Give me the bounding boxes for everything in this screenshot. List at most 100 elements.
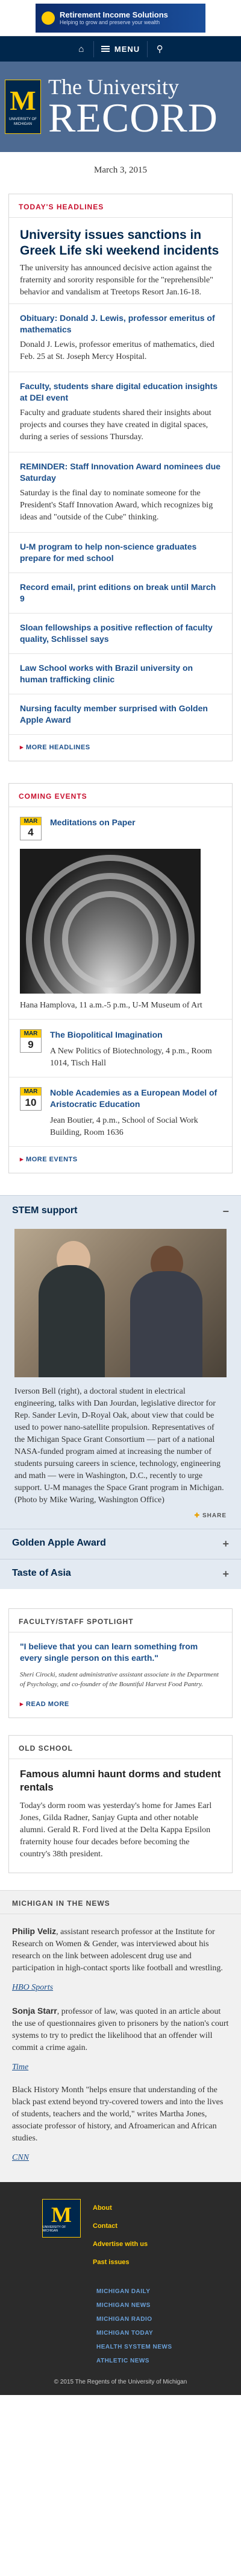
event-title-link[interactable]: Noble Academies as a European Model of A… — [50, 1088, 217, 1109]
masthead-title[interactable]: The University RECORD — [48, 76, 218, 138]
headline-item: Faculty, students share digital educatio… — [9, 372, 232, 452]
headline-item: Record email, print editions on break un… — [9, 573, 232, 613]
headline-link[interactable]: Faculty, students share digital educatio… — [20, 381, 221, 404]
search-icon[interactable]: ⚲ — [148, 43, 172, 54]
headline-summary: Faculty and graduate students shared the… — [20, 408, 211, 442]
news-item: Sonja Starr, professor of law, was quote… — [0, 1994, 241, 2073]
site-link[interactable]: MICHIGAN DAILY — [96, 2285, 241, 2298]
arrow-right-icon: ▸ — [20, 1156, 24, 1163]
block-m-logo: M — [10, 85, 36, 116]
event-desc: Hana Hamplova, 11 a.m.-5 p.m., U-M Museu… — [20, 1001, 202, 1010]
events-heading: COMING EVENTS — [9, 784, 232, 807]
event-title-link[interactable]: Meditations on Paper — [50, 817, 136, 828]
events-section: COMING EVENTS MAR 4 Meditations on Paper… — [8, 783, 233, 1173]
hamburger-icon — [101, 45, 110, 53]
news-item: Philip Veliz, assistant research profess… — [0, 1914, 241, 1994]
ad-banner[interactable]: Retirement Income Solutions Helping to g… — [36, 3, 205, 33]
masthead: M UNIVERSITY OF MICHIGAN The University R… — [0, 62, 241, 152]
headline-link[interactable]: Nursing faculty member surprised with Go… — [20, 703, 221, 726]
spotlight-desc: Sheri Cirocki, student administrative as… — [20, 1671, 219, 1688]
spotlight-section: FACULTY/STAFF SPOTLIGHT "I believe that … — [8, 1608, 233, 1718]
footer-logo[interactable]: M UNIVERSITY OF MICHIGAN — [42, 2199, 81, 2238]
site-link[interactable]: MICHIGAN RADIO — [96, 2312, 241, 2326]
headline-item: Sloan fellowships a positive reflection … — [9, 613, 232, 653]
accordion-golden-apple[interactable]: Golden Apple Award + — [0, 1529, 241, 1559]
ad-logo-icon — [42, 11, 55, 25]
in-the-news-heading: MICHIGAN IN THE NEWS — [0, 1891, 241, 1914]
site-link[interactable]: MICHIGAN NEWS — [96, 2298, 241, 2312]
lead-story: University issues sanctions in Greek Lif… — [9, 218, 232, 299]
old-school-title[interactable]: Famous alumni haunt dorms and student re… — [9, 1759, 232, 1794]
menu-button[interactable]: MENU — [93, 40, 148, 57]
news-item: Black History Month "helps ensure that u… — [0, 2073, 241, 2164]
university-logo[interactable]: M UNIVERSITY OF MICHIGAN — [5, 80, 41, 134]
expand-plus-icon: + — [222, 1568, 229, 1580]
expand-plus-icon: + — [222, 1538, 229, 1550]
ad-banner-container: Retirement Income Solutions Helping to g… — [0, 0, 241, 36]
event-item: MAR 10 Noble Academies as a European Mod… — [9, 1077, 232, 1146]
headline-summary: Saturday is the final day to nominate so… — [20, 489, 213, 522]
event-desc: Jean Boutier, 4 p.m., School of Social W… — [50, 1116, 198, 1137]
event-date-badge: MAR 10 — [20, 1087, 42, 1111]
headline-summary: Donald J. Lewis, professor emeritus of m… — [20, 340, 214, 361]
news-person: Philip Veliz — [12, 1926, 57, 1936]
event-item: MAR 9 The Biopolitical Imagination A New… — [9, 1019, 232, 1077]
headline-item: Nursing faculty member surprised with Go… — [9, 694, 232, 734]
lead-story-link[interactable]: University issues sanctions in Greek Lif… — [20, 228, 219, 258]
ad-title: Retirement Income Solutions — [60, 10, 168, 19]
footer-link-advertise[interactable]: Advertise with us — [93, 2235, 148, 2253]
spotlight-quote-link[interactable]: "I believe that you can learn something … — [9, 1632, 232, 1667]
news-source-link[interactable]: CNN — [12, 2152, 29, 2164]
event-title-link[interactable]: The Biopolitical Imagination — [50, 1030, 163, 1039]
news-source-link[interactable]: HBO Sports — [12, 1982, 53, 1994]
copyright: © 2015 The Regents of the University of … — [54, 2379, 187, 2385]
block-m-logo: M — [51, 2203, 72, 2227]
photo-feature-title: STEM support — [12, 1205, 78, 1216]
photo-feature-toggle[interactable]: STEM support − — [0, 1196, 241, 1224]
footer-sites: MICHIGAN DAILY MICHIGAN NEWS MICHIGAN RA… — [96, 2285, 241, 2368]
news-person: Sonja Starr — [12, 2006, 57, 2016]
accordion-title: Golden Apple Award — [12, 1538, 106, 1548]
site-link[interactable]: MICHIGAN TODAY — [96, 2326, 241, 2340]
news-source-link[interactable]: Time — [12, 2061, 28, 2073]
share-icon: ✚ — [194, 1512, 200, 1519]
footer-link-contact[interactable]: Contact — [93, 2217, 148, 2235]
home-icon[interactable]: ⌂ — [69, 44, 93, 54]
share-button[interactable]: ✚ SHARE — [0, 1512, 241, 1529]
headline-link[interactable]: Law School works with Brazil university … — [20, 662, 221, 685]
headlines-heading: TODAY'S HEADLINES — [9, 194, 232, 218]
old-school-heading: OLD SCHOOL — [9, 1736, 232, 1759]
issue-date: March 3, 2015 — [94, 165, 147, 175]
headline-link[interactable]: Record email, print editions on break un… — [20, 582, 221, 604]
in-the-news-section: MICHIGAN IN THE NEWS Philip Veliz, assis… — [0, 1890, 241, 2182]
site-link[interactable]: ATHLETIC NEWS — [96, 2354, 241, 2368]
headline-link[interactable]: REMINDER: Staff Innovation Award nominee… — [20, 461, 221, 484]
logo-text: UNIVERSITY OF MICHIGAN — [9, 118, 37, 126]
event-image — [20, 849, 201, 994]
lead-story-summary: The university has announced decisive ac… — [20, 264, 213, 297]
footer: M UNIVERSITY OF MICHIGAN About Contact A… — [0, 2182, 241, 2395]
events-list: MAR 4 Meditations on Paper Hana Hamplova… — [9, 807, 232, 1146]
photo-feature-image — [14, 1229, 227, 1377]
spotlight-read-more[interactable]: ▸ READ MORE — [9, 1692, 232, 1718]
headline-link[interactable]: Obituary: Donald J. Lewis, professor eme… — [20, 312, 221, 335]
event-desc: A New Politics of Biotechnology, 4 p.m.,… — [50, 1047, 212, 1068]
headline-item: Obituary: Donald J. Lewis, professor eme… — [9, 303, 232, 372]
photo-feature-section: STEM support − Iverson Bell (right), a d… — [0, 1195, 241, 1589]
arrow-right-icon: ▸ — [20, 744, 24, 751]
old-school-section: OLD SCHOOL Famous alumni haunt dorms and… — [8, 1735, 233, 1873]
footer-link-past-issues[interactable]: Past issues — [93, 2253, 148, 2271]
arrow-right-icon: ▸ — [20, 1701, 24, 1708]
more-headlines-link[interactable]: ▸ MORE HEADLINES — [9, 734, 232, 761]
headline-link[interactable]: Sloan fellowships a positive reflection … — [20, 622, 221, 645]
more-events-link[interactable]: ▸ MORE EVENTS — [9, 1146, 232, 1173]
headline-item: Law School works with Brazil university … — [9, 653, 232, 694]
headline-link[interactable]: U-M program to help non-science graduate… — [20, 541, 221, 564]
top-nav: ⌂ MENU ⚲ — [0, 36, 241, 62]
event-date-badge: MAR 9 — [20, 1029, 42, 1053]
footer-link-about[interactable]: About — [93, 2199, 148, 2217]
site-link[interactable]: HEALTH SYSTEM NEWS — [96, 2340, 241, 2354]
accordion-taste-of-asia[interactable]: Taste of Asia + — [0, 1559, 241, 1589]
masthead-record: RECORD — [48, 95, 218, 141]
event-item: MAR 4 Meditations on Paper Hana Hamplova… — [9, 807, 232, 1019]
